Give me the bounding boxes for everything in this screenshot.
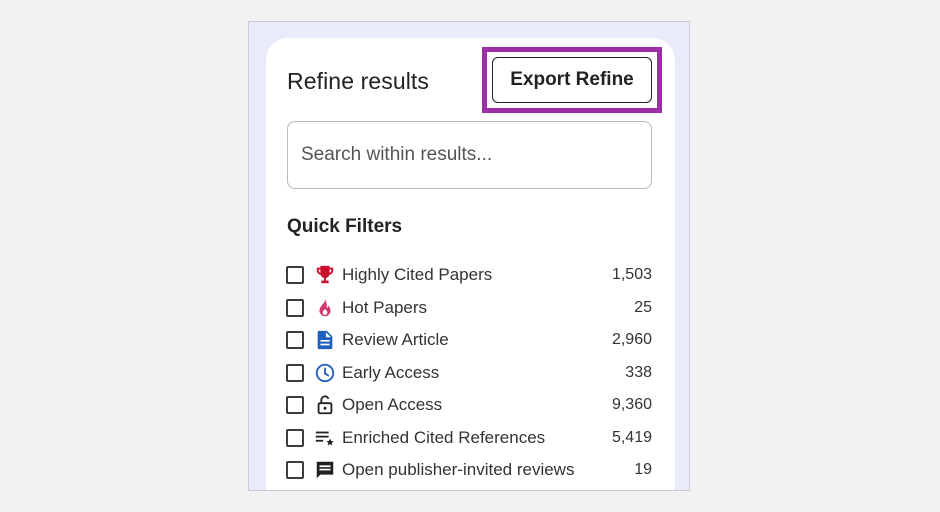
export-refine-button[interactable]: Export Refine <box>492 57 652 103</box>
filter-count: 5,419 <box>611 428 652 446</box>
refine-frame: Refine results Export Refine Quick Filte… <box>248 21 690 491</box>
filter-label: Highly Cited Papers <box>342 265 493 285</box>
filter-item-highly-cited-papers[interactable]: Highly Cited Papers 1,503 <box>286 259 654 292</box>
filter-checkbox[interactable] <box>286 331 304 350</box>
filter-checkbox[interactable] <box>286 396 304 415</box>
filter-item-hot-papers[interactable]: Hot Papers 25 <box>286 292 654 325</box>
clock-icon <box>314 362 336 384</box>
filter-checkbox[interactable] <box>286 266 304 285</box>
document-icon <box>314 329 336 351</box>
filter-count: 1,503 <box>611 266 652 284</box>
filter-checkbox[interactable] <box>286 428 304 447</box>
filter-label: Open publisher-invited reviews <box>342 460 575 480</box>
flame-icon <box>314 297 336 319</box>
quick-filters-heading: Quick Filters <box>287 216 403 237</box>
filter-checkbox[interactable] <box>286 461 304 480</box>
search-box <box>287 121 652 189</box>
comment-icon <box>314 459 336 481</box>
filter-count: 338 <box>625 363 652 381</box>
lock-open-icon <box>314 394 336 416</box>
filter-label: Early Access <box>342 362 440 382</box>
filter-checkbox[interactable] <box>286 298 304 317</box>
panel-title: Refine results <box>287 68 430 94</box>
filter-label: Review Article <box>342 330 449 350</box>
filter-item-open-access[interactable]: Open Access 9,360 <box>286 389 654 422</box>
list-star-icon <box>314 427 336 449</box>
filter-count: 2,960 <box>611 331 652 349</box>
filter-count: 9,360 <box>611 396 652 414</box>
filter-label: Open Access <box>342 395 443 415</box>
refine-panel: Refine results Export Refine Quick Filte… <box>266 38 675 490</box>
filter-label: Enriched Cited References <box>342 427 546 447</box>
filter-item-enriched-cited-references[interactable]: Enriched Cited References 5,419 <box>286 422 654 455</box>
filter-item-review-article[interactable]: Review Article 2,960 <box>286 324 654 357</box>
filter-item-early-access[interactable]: Early Access 338 <box>286 357 654 390</box>
search-input[interactable] <box>288 122 651 188</box>
filter-checkbox[interactable] <box>286 363 304 382</box>
filter-count: 25 <box>634 298 652 316</box>
filter-count: 19 <box>634 461 652 479</box>
filter-item-open-publisher-invited-reviews[interactable]: Open publisher-invited reviews 19 <box>286 454 654 487</box>
quick-filters-list: Highly Cited Papers 1,503 Hot Papers 25 <box>286 259 654 487</box>
trophy-icon <box>314 264 336 286</box>
filter-label: Hot Papers <box>342 297 428 317</box>
